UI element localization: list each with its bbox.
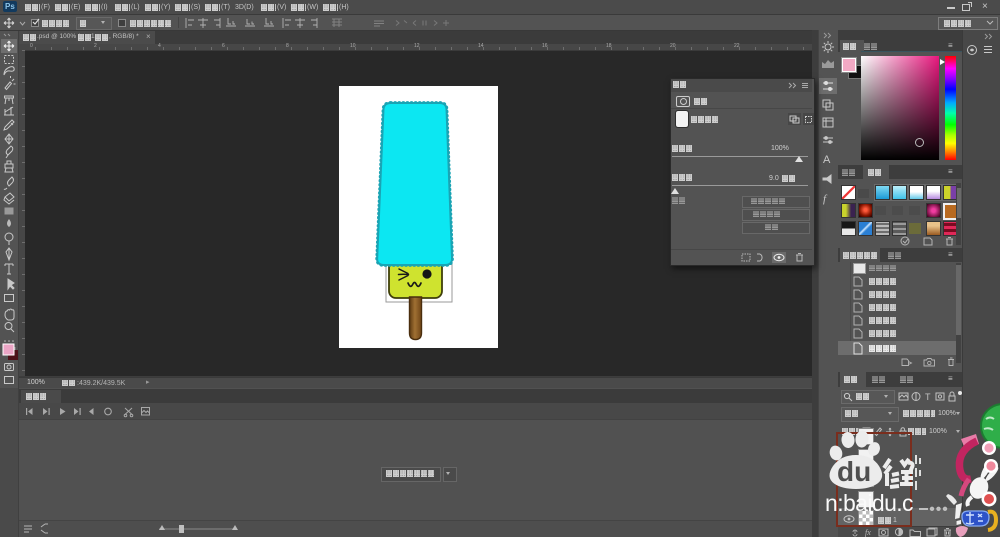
svg-text:A: A [823, 154, 831, 166]
svg-text:n:baidu.c: n:baidu.c [825, 490, 913, 516]
svg-text:T: T [925, 392, 931, 402]
svg-text:du: du [837, 456, 871, 487]
svg-text:f: f [823, 193, 828, 205]
